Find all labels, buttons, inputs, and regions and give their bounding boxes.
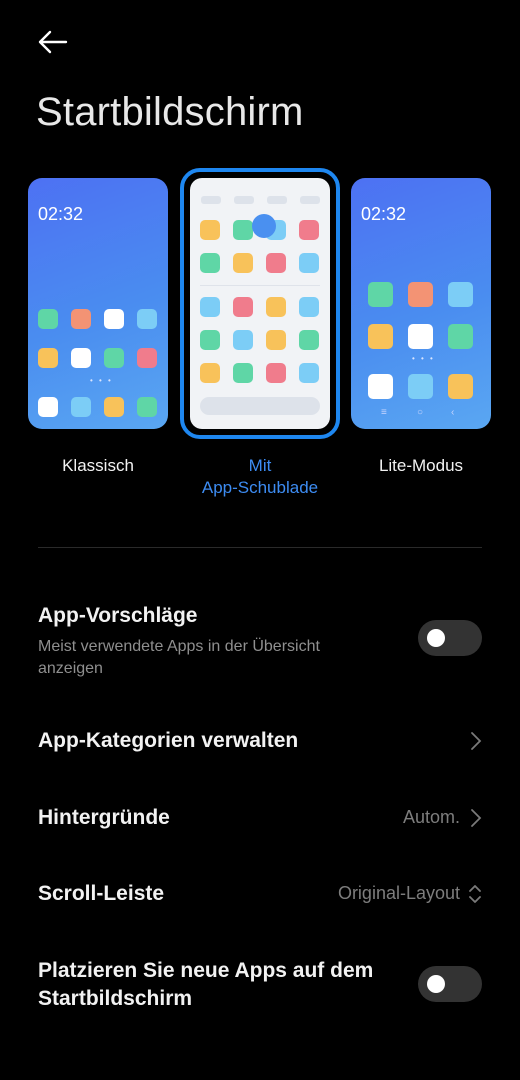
app-icon	[299, 297, 319, 317]
place-new-apps-title: Platzieren Sie neue Apps auf dem Startbi…	[38, 959, 374, 1010]
app-icon	[71, 348, 91, 368]
app-categories-title: App-Kategorien verwalten	[38, 729, 299, 752]
app-icon	[71, 309, 91, 329]
clock-text: 02:32	[361, 204, 407, 224]
divider	[38, 547, 482, 548]
app-icon	[71, 397, 91, 417]
selection-dot-icon	[252, 214, 276, 238]
app-icon	[233, 330, 253, 350]
menu-nav-icon: ≡	[381, 407, 387, 418]
app-icon	[233, 297, 253, 317]
app-icon	[104, 309, 124, 329]
app-icon	[233, 363, 253, 383]
arrow-left-icon	[38, 30, 68, 54]
app-suggestions-row[interactable]: App-Vorschläge Meist verwendete Apps in …	[38, 602, 482, 680]
app-icon	[137, 309, 157, 329]
app-icon	[200, 297, 220, 317]
app-icon	[448, 374, 473, 399]
app-icon	[448, 282, 473, 307]
clock-text: 02:32	[38, 204, 84, 224]
layout-card-app-drawer[interactable]	[180, 168, 340, 439]
app-icon	[408, 324, 433, 349]
layout-label-app-drawer: Mit App-Schublade	[201, 456, 319, 497]
app-icon	[233, 253, 253, 273]
app-icon	[368, 324, 393, 349]
app-icon	[368, 374, 393, 399]
app-icon	[266, 297, 286, 317]
app-suggestions-subtitle: Meist verwendete Apps in der Übersicht a…	[38, 638, 320, 677]
place-new-apps-toggle[interactable]	[418, 966, 482, 1002]
app-icon	[200, 220, 220, 240]
chevron-right-icon	[471, 809, 482, 827]
app-icon	[266, 330, 286, 350]
app-icon	[104, 397, 124, 417]
app-suggestions-title: App-Vorschläge	[38, 604, 198, 627]
wallpapers-value: Autom.	[402, 807, 460, 827]
place-new-apps-row[interactable]: Platzieren Sie neue Apps auf dem Startbi…	[38, 957, 482, 1013]
app-drawer-preview	[190, 178, 330, 429]
app-icon	[368, 282, 393, 307]
app-icon	[137, 348, 157, 368]
app-categories-row[interactable]: App-Kategorien verwalten	[38, 727, 482, 757]
wallpapers-row[interactable]: Hintergründe Autom.	[38, 804, 482, 834]
layout-label-classic: Klassisch	[62, 456, 134, 475]
home-nav-icon: ○	[417, 407, 424, 418]
chevron-up-down-icon	[469, 885, 481, 903]
app-icon	[266, 253, 286, 273]
app-icon	[200, 330, 220, 350]
app-icon	[233, 220, 253, 240]
chevron-right-icon	[471, 732, 482, 750]
app-icon	[266, 363, 286, 383]
page-indicator-icon: • • •	[90, 376, 113, 385]
layout-card-classic[interactable]: 02:32 • • •	[28, 178, 168, 429]
scroll-bar-value: Original-Layout	[337, 883, 460, 903]
app-icon	[448, 324, 473, 349]
app-icon	[299, 363, 319, 383]
scroll-bar-row[interactable]: Scroll-Leiste Original-Layout	[38, 880, 482, 910]
page-title: Startbildschirm	[36, 90, 304, 134]
app-icon	[38, 309, 58, 329]
back-button[interactable]	[30, 22, 74, 62]
search-bar-placeholder	[200, 397, 320, 415]
layout-label-lite: Lite-Modus	[378, 456, 464, 475]
app-icon	[299, 220, 319, 240]
app-icon	[200, 253, 220, 273]
app-icon	[299, 253, 319, 273]
app-icon	[200, 363, 220, 383]
app-suggestions-toggle[interactable]	[418, 620, 482, 656]
app-icon	[104, 348, 124, 368]
app-icon	[38, 397, 58, 417]
back-nav-icon: ‹	[451, 407, 455, 418]
page-indicator-icon: • • •	[412, 354, 435, 363]
layout-card-lite[interactable]: 02:32 • • • ≡ ○ ‹	[351, 178, 491, 429]
app-icon	[299, 330, 319, 350]
app-icon	[408, 374, 433, 399]
app-icon	[137, 397, 157, 417]
app-icon	[408, 282, 433, 307]
app-icon	[38, 348, 58, 368]
